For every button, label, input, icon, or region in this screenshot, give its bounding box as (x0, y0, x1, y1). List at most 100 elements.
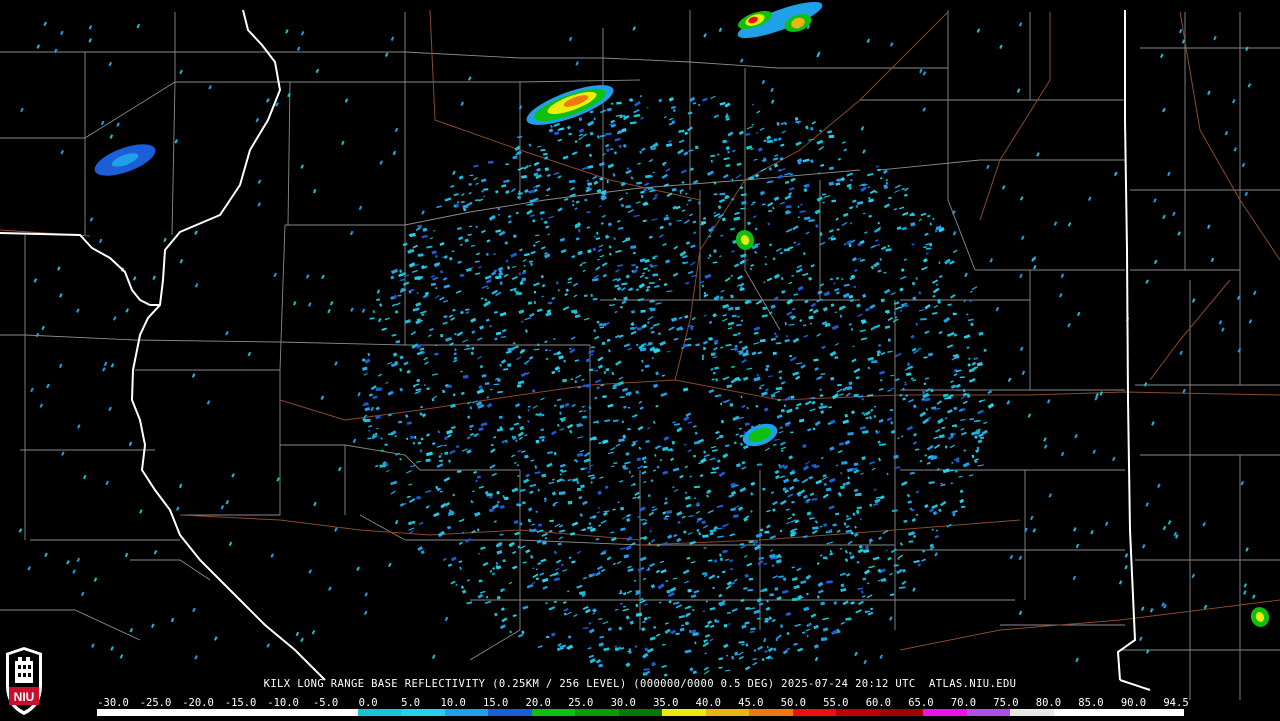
colorbar-segment (270, 709, 315, 716)
echo-pixel (720, 402, 723, 406)
echo-pixel (756, 132, 759, 134)
echo-pixel (769, 243, 772, 247)
echo-pixel (375, 387, 382, 391)
echo-pixel (477, 528, 480, 532)
echo-pixel (797, 216, 800, 219)
echo-pixel (780, 624, 783, 628)
echo-pixel (653, 626, 657, 629)
echo-pixel (853, 393, 859, 398)
scale-label: 60.0 (865, 697, 892, 709)
echo-pixel (593, 117, 596, 121)
echo-pixel (507, 266, 510, 270)
echo-pixel (410, 288, 415, 291)
echo-pixel (802, 444, 807, 448)
echo-pixel (538, 523, 542, 527)
colorbar-segment (1140, 709, 1185, 716)
echo-pixel (983, 348, 987, 352)
echo-pixel (748, 577, 754, 581)
scale-label: 0.0 (358, 697, 378, 709)
echo-pixel (626, 167, 630, 170)
colorbar-segment (531, 709, 576, 716)
echo-pixel (497, 207, 500, 211)
echo-pixel (762, 306, 768, 310)
echo-pixel (862, 577, 867, 581)
echo-pixel (414, 436, 417, 439)
echo-pixel (535, 439, 540, 444)
scale-label: -15.0 (224, 697, 257, 709)
echo-pixel (762, 203, 766, 206)
colorbar-segment (357, 709, 402, 716)
echo-pixel (633, 579, 637, 582)
scale-label: 75.0 (993, 697, 1019, 709)
colorbar-segment (401, 709, 445, 716)
echo-pixel (948, 303, 951, 307)
echo-pixel (775, 637, 778, 641)
echo-pixel (828, 134, 835, 139)
colorbar-segment (97, 709, 141, 716)
echo-pixel (944, 445, 948, 449)
scale-label: 15.0 (483, 697, 509, 709)
scale-label: 94.5 (1163, 697, 1189, 709)
echo-pixel (767, 139, 774, 144)
echo-pixel (490, 444, 494, 447)
colorbar-segment (444, 709, 489, 716)
scale-label: 90.0 (1120, 697, 1147, 709)
echo-pixel (810, 127, 814, 131)
echo-pixel (587, 182, 593, 186)
scale-label: 55.0 (823, 697, 849, 709)
echo-pixel (708, 337, 713, 341)
echo-pixel (833, 601, 837, 605)
echo-pixel (540, 275, 544, 279)
echo-pixel (417, 253, 424, 257)
scale-label: 10.0 (440, 697, 466, 709)
echo-pixel (516, 384, 522, 388)
colorbar-segment (575, 709, 619, 716)
echo-pixel (702, 346, 707, 351)
echo-pixel (542, 541, 547, 545)
echo-pixel (444, 436, 448, 440)
echo-pixel (841, 461, 848, 465)
colorbar-segment (662, 709, 706, 716)
echo-pixel (632, 251, 636, 255)
echo-pixel (966, 346, 970, 349)
echo-pixel (723, 623, 728, 628)
echo-pixel (517, 475, 520, 477)
echo-pixel (766, 364, 770, 368)
echo-pixel (954, 469, 958, 473)
echo-pixel (606, 148, 610, 152)
echo-pixel (729, 403, 734, 407)
echo-pixel (779, 529, 783, 533)
scale-label: -5.0 (312, 697, 339, 709)
echo-pixel (806, 635, 809, 638)
echo-pixel (630, 245, 637, 249)
echo-pixel (513, 234, 517, 238)
echo-pixel (557, 370, 561, 373)
scale-label: 85.0 (1078, 697, 1104, 709)
echo-pixel (384, 443, 388, 446)
echo-pixel (533, 172, 539, 177)
echo-pixel (486, 595, 489, 599)
echo-pixel (856, 510, 860, 514)
echo-pixel (700, 221, 706, 225)
echo-pixel (850, 179, 853, 182)
echo-pixel (868, 610, 871, 613)
echo-pixel (443, 315, 448, 319)
echo-pixel (769, 593, 775, 597)
echo-pixel (772, 351, 777, 355)
colorbar-segment (836, 709, 880, 716)
scale-label: 65.0 (908, 697, 934, 709)
echo-pixel (702, 610, 706, 612)
echo-pixel (766, 599, 769, 603)
colorbar-segment (183, 709, 228, 716)
echo-pixel (636, 457, 641, 462)
echo-pixel (601, 341, 606, 345)
reflectivity-colorbar (97, 709, 1185, 716)
colorbar-segment (749, 709, 793, 716)
echo-pixel (605, 368, 610, 372)
echo-pixel (812, 427, 816, 431)
echo-pixel (785, 205, 792, 209)
echo-pixel (567, 500, 573, 505)
echo-pixel (615, 647, 620, 651)
echo-pixel (454, 333, 457, 336)
echo-pixel (821, 637, 828, 641)
